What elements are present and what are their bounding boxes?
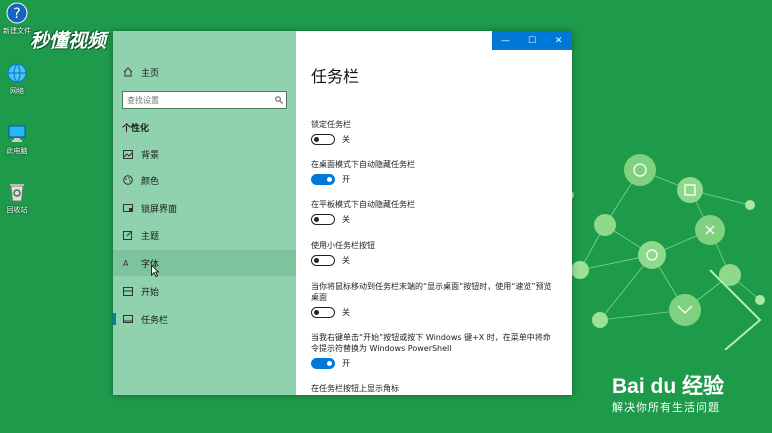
svg-text:A: A [123,259,129,268]
section-title: 个性化 [122,124,150,134]
sidebar-item-label: 背景 [141,150,160,161]
setting-label: 当你将鼠标移动到任务栏末端的“显示桌面”按钮时，使用“速览”预览桌面 [311,282,552,302]
peek-desktop-toggle[interactable] [311,307,335,318]
lock-screen-icon [122,202,134,214]
video-watermark: 秒懂视频 [30,30,107,52]
page-title: 任务栏 [311,67,360,86]
theme-icon [122,229,134,241]
desktop-icon-this-pc[interactable]: 此电脑 [0,122,34,156]
setting-powershell: 当我右键单击“开始”按钮或按下 Windows 键+X 时，在菜单中将命令提示符… [311,332,556,369]
selection-indicator [113,313,116,325]
sidebar-item-lock-screen[interactable]: 锁屏界面 [113,195,296,221]
taskbar-icon [122,313,134,325]
toggle-state: 关 [342,215,350,224]
maximize-button[interactable]: ☐ [519,36,545,46]
decorative-network-graphic [566,154,765,350]
sidebar-item-themes[interactable]: 主题 [113,222,296,248]
desktop-icon-label: 网络 [10,87,24,95]
toggle-state: 关 [342,308,350,317]
settings-window: 主页 个性化 背景 颜色 锁屏界面 [113,31,572,395]
setting-autohide-desktop: 在桌面模式下自动隐藏任务栏 开 [311,159,556,185]
toggle-state: 开 [342,359,350,368]
setting-label: 使用小任务栏按钮 [311,241,375,250]
desktop-icon-label: 新建文件 [3,27,31,35]
search-icon[interactable] [272,96,286,104]
svg-text:?: ? [13,6,20,22]
setting-show-badges: 在任务栏按钮上显示角标 [311,383,556,394]
computer-icon [8,125,26,142]
mouse-cursor-icon [151,265,159,277]
sidebar-item-label: 开始 [141,287,160,298]
picture-icon [122,148,134,160]
desktop-icon-network[interactable]: 网络 [0,62,34,96]
setting-peek-desktop: 当你将鼠标移动到任务栏末端的“显示桌面”按钮时，使用“速览”预览桌面 关 [311,281,556,318]
help-question-icon: ? [6,2,28,24]
setting-autohide-tablet: 在平板模式下自动隐藏任务栏 关 [311,199,556,225]
minimize-button[interactable]: — [492,36,518,46]
start-menu-icon [122,285,134,297]
setting-lock-taskbar: 锁定任务栏 关 [311,119,556,145]
setting-label: 锁定任务栏 [311,120,351,129]
sidebar-item-start[interactable]: 开始 [113,278,296,304]
search-input[interactable] [127,95,272,105]
recycle-bin-icon [10,184,24,202]
setting-label: 当我右键单击“开始”按钮或按下 Windows 键+X 时，在菜单中将命令提示符… [311,333,551,353]
autohide-tablet-toggle[interactable] [311,214,335,225]
network-icon [7,63,27,83]
desktop-icon-new-file[interactable]: ? 新建文件 [0,2,34,36]
baidu-logo: Bai du 经验 [612,375,725,398]
home-icon [122,66,134,78]
sidebar-item-label: 主页 [141,68,160,79]
sidebar-item-label: 主题 [141,231,160,242]
toggle-state: 关 [342,256,350,265]
settings-main-panel: — ☐ ✕ 任务栏 锁定任务栏 关 在桌面模式下自动隐藏任务栏 开 在平板模式下… [296,31,572,395]
settings-search-box[interactable] [122,91,287,109]
desktop-icon-label: 此电脑 [6,147,28,155]
toggle-state: 关 [342,135,350,144]
desktop-icon-recycle-bin[interactable]: 回收站 [0,181,34,215]
sidebar-item-label: 任务栏 [141,315,169,326]
sidebar-item-colors[interactable]: 颜色 [113,167,296,193]
powershell-toggle[interactable] [311,358,335,369]
setting-small-buttons: 使用小任务栏按钮 关 [311,240,556,266]
palette-icon [122,174,134,186]
close-button[interactable]: ✕ [546,36,572,46]
window-title-bar: — ☐ ✕ [492,31,572,50]
sidebar-item-background[interactable]: 背景 [113,141,296,167]
baidu-slogan: 解决你所有生活问题 [612,401,720,414]
autohide-desktop-toggle[interactable] [311,174,335,185]
font-icon: A [122,257,134,269]
setting-label: 在平板模式下自动隐藏任务栏 [311,200,415,209]
small-buttons-toggle[interactable] [311,255,335,266]
toggle-state: 开 [342,175,350,184]
lock-taskbar-toggle[interactable] [311,134,335,145]
sidebar-item-label: 锁屏界面 [141,204,178,215]
setting-label: 在任务栏按钮上显示角标 [311,384,399,393]
sidebar-item-home[interactable]: 主页 [113,59,296,85]
settings-sidebar: 主页 个性化 背景 颜色 锁屏界面 [113,31,296,395]
sidebar-item-taskbar[interactable]: 任务栏 [113,306,296,332]
setting-label: 在桌面模式下自动隐藏任务栏 [311,160,415,169]
desktop-icon-label: 回收站 [6,206,28,214]
sidebar-item-label: 颜色 [141,176,160,187]
sidebar-item-fonts[interactable]: A 字体 [113,250,296,276]
